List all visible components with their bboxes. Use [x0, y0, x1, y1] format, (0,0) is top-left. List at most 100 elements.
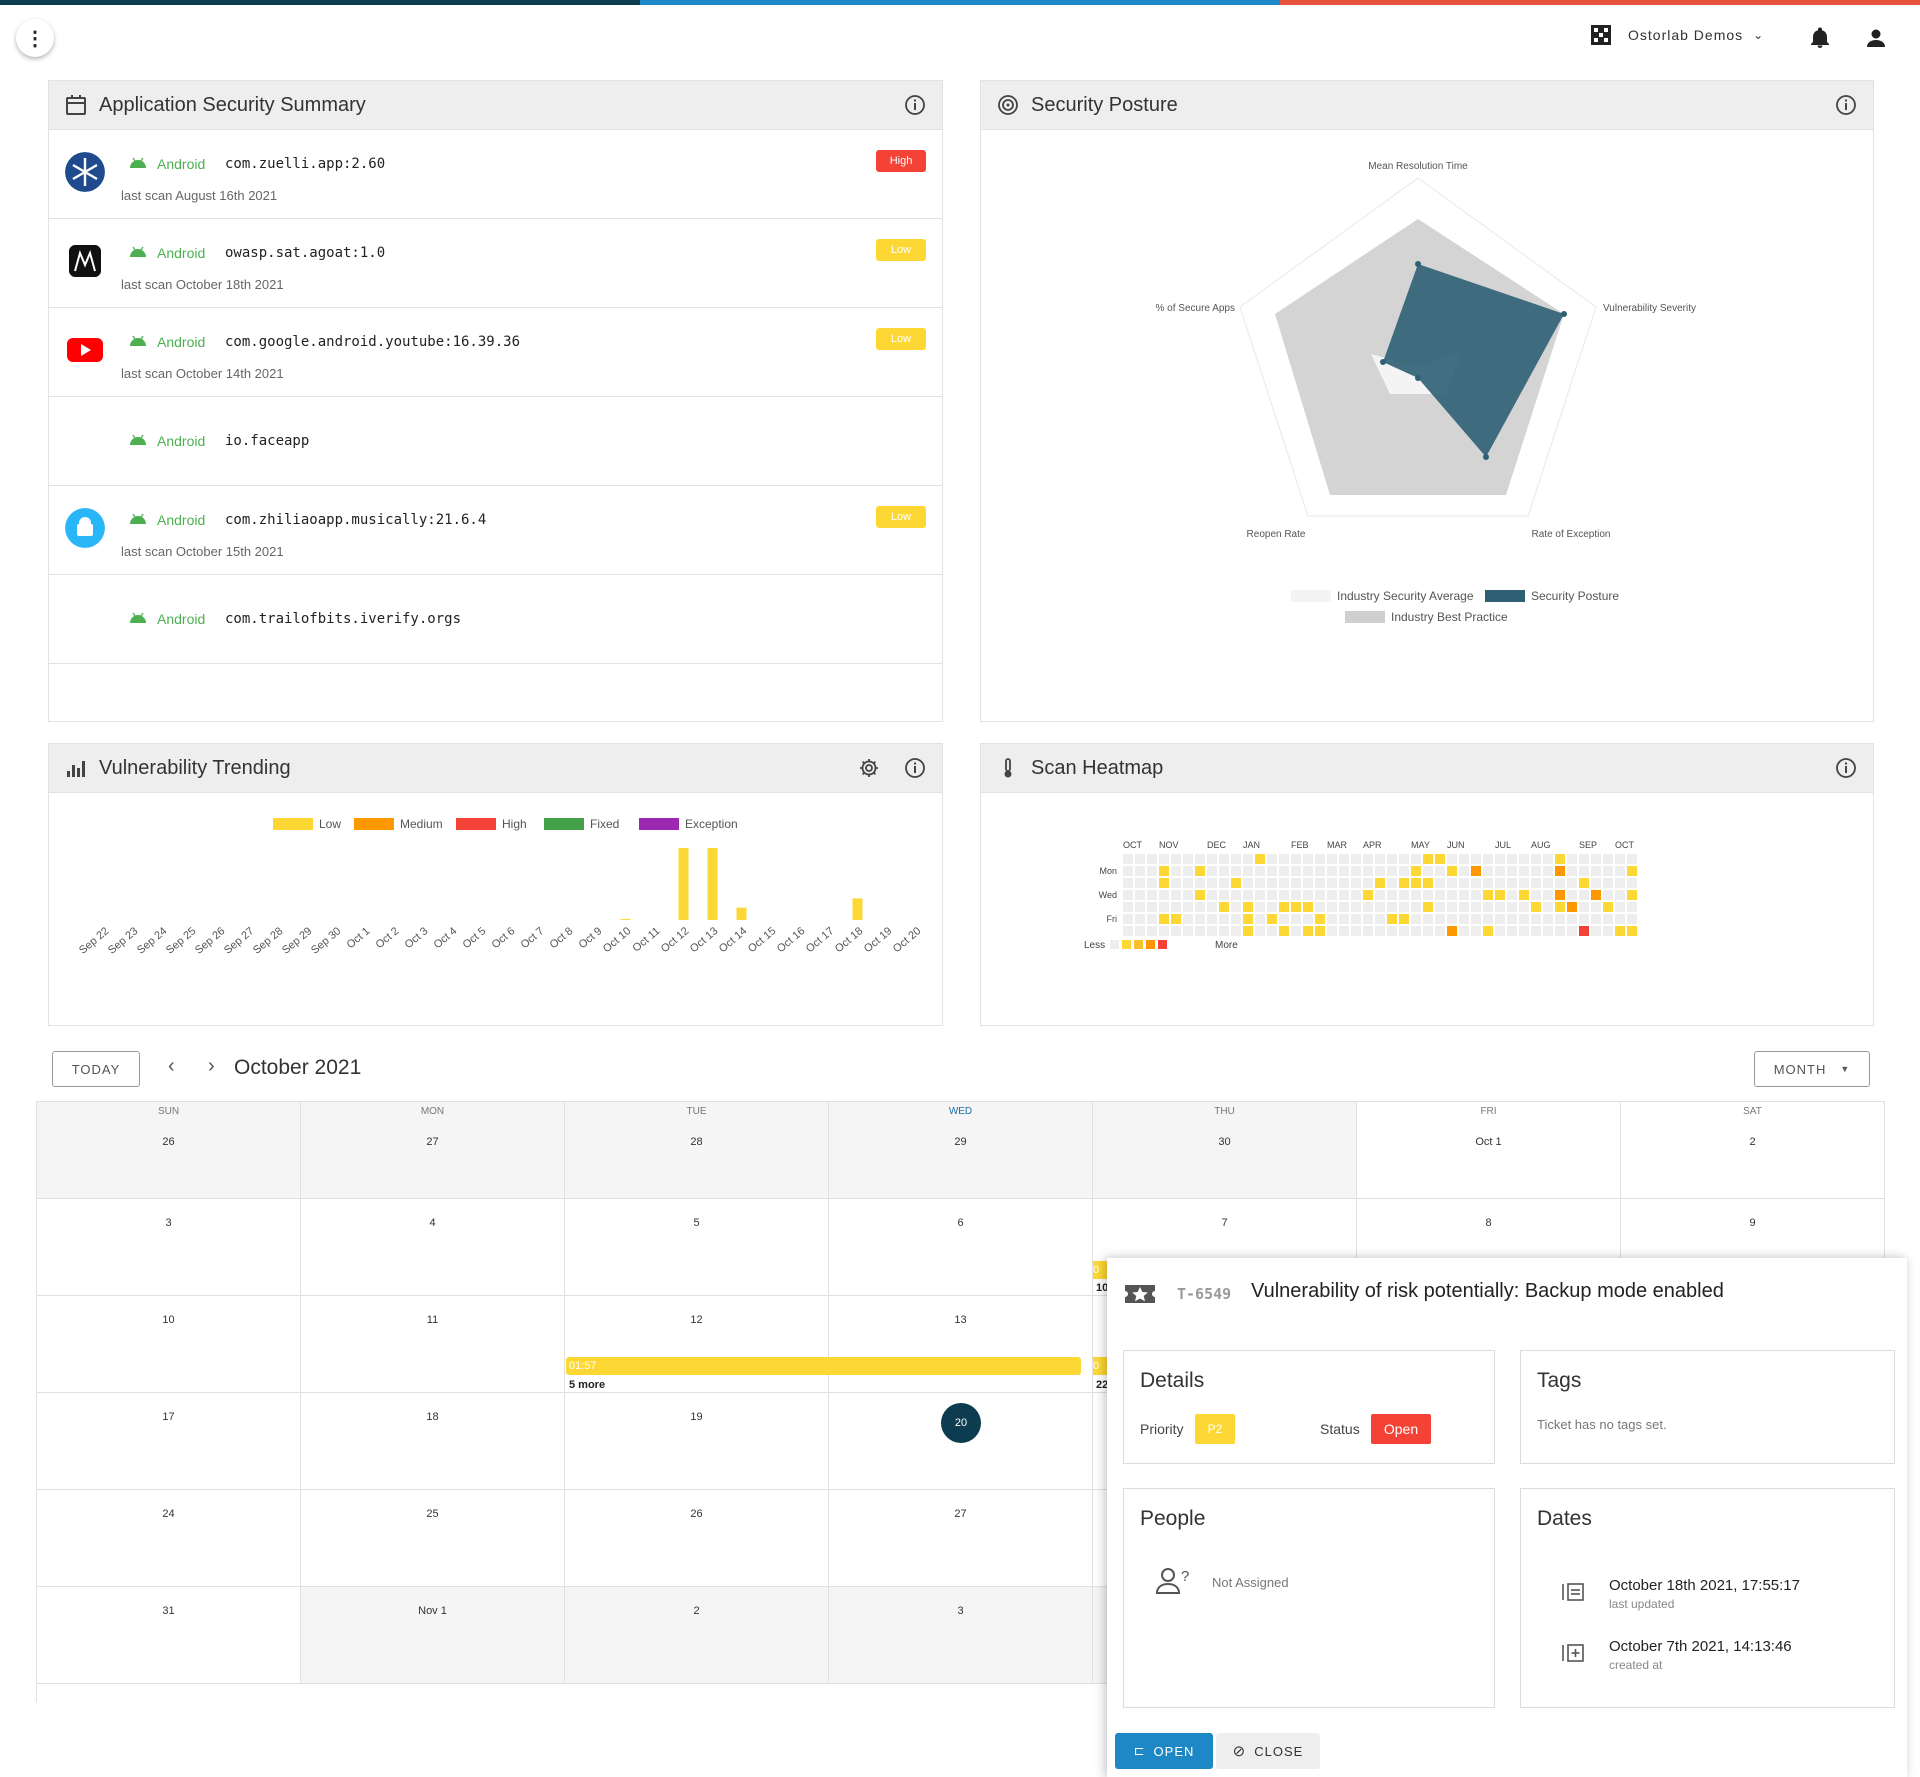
heatmap-cell[interactable] [1615, 890, 1625, 900]
heatmap-cell[interactable] [1351, 854, 1361, 864]
heatmap-cell[interactable] [1207, 866, 1217, 876]
heatmap-cell[interactable] [1303, 914, 1313, 924]
heatmap-cell[interactable] [1543, 854, 1553, 864]
heatmap-cell[interactable] [1579, 926, 1589, 936]
org-switcher[interactable]: Ostorlab Demos ⌄ [1590, 24, 1764, 46]
heatmap-cell[interactable] [1507, 902, 1517, 912]
heatmap-cell[interactable] [1531, 902, 1541, 912]
heatmap-cell[interactable] [1375, 866, 1385, 876]
heatmap-cell[interactable] [1351, 926, 1361, 936]
heatmap-cell[interactable] [1279, 890, 1289, 900]
heatmap-cell[interactable] [1147, 866, 1157, 876]
heatmap-cell[interactable] [1135, 914, 1145, 924]
heatmap-cell[interactable] [1147, 914, 1157, 924]
heatmap-cell[interactable] [1351, 866, 1361, 876]
heatmap-cell[interactable] [1567, 878, 1577, 888]
heatmap-cell[interactable] [1291, 926, 1301, 936]
heatmap-cell[interactable] [1507, 914, 1517, 924]
heatmap-cell[interactable] [1411, 902, 1421, 912]
heatmap-cell[interactable] [1471, 926, 1481, 936]
heatmap-cell[interactable] [1207, 914, 1217, 924]
heatmap-cell[interactable] [1159, 914, 1169, 924]
heatmap-cell[interactable] [1579, 890, 1589, 900]
heatmap-cell[interactable] [1459, 890, 1469, 900]
calendar-day-cell[interactable]: 25 [301, 1490, 565, 1587]
heatmap-cell[interactable] [1387, 854, 1397, 864]
heatmap-cell[interactable] [1315, 902, 1325, 912]
heatmap-cell[interactable] [1375, 914, 1385, 924]
heatmap-cell[interactable] [1615, 854, 1625, 864]
heatmap-cell[interactable] [1327, 914, 1337, 924]
heatmap-cell[interactable] [1627, 878, 1637, 888]
open-button[interactable]: ⊏ OPEN [1115, 1733, 1213, 1769]
heatmap-cell[interactable] [1531, 926, 1541, 936]
heatmap-cell[interactable] [1159, 854, 1169, 864]
heatmap-cell[interactable] [1399, 866, 1409, 876]
heatmap-cell[interactable] [1627, 914, 1637, 924]
heatmap-cell[interactable] [1231, 890, 1241, 900]
heatmap-cell[interactable] [1171, 866, 1181, 876]
heatmap-cell[interactable] [1279, 902, 1289, 912]
today-button[interactable]: TODAY [52, 1051, 140, 1087]
heatmap-cell[interactable] [1375, 926, 1385, 936]
info-icon[interactable] [904, 757, 926, 779]
calendar-day-cell[interactable]: 4 [301, 1199, 565, 1296]
heatmap-cell[interactable] [1435, 902, 1445, 912]
heatmap-cell[interactable] [1627, 890, 1637, 900]
heatmap-cell[interactable] [1591, 878, 1601, 888]
heatmap-cell[interactable] [1375, 902, 1385, 912]
more-vert-icon[interactable]: ⋮ [16, 19, 54, 57]
heatmap-cell[interactable] [1519, 866, 1529, 876]
heatmap-cell[interactable] [1411, 926, 1421, 936]
heatmap-cell[interactable] [1519, 878, 1529, 888]
heatmap-cell[interactable] [1471, 902, 1481, 912]
heatmap-cell[interactable] [1339, 914, 1349, 924]
heatmap-cell[interactable] [1315, 914, 1325, 924]
heatmap-cell[interactable] [1363, 866, 1373, 876]
heatmap-cell[interactable] [1219, 902, 1229, 912]
heatmap-cell[interactable] [1447, 926, 1457, 936]
heatmap-cell[interactable] [1459, 914, 1469, 924]
heatmap-cell[interactable] [1327, 854, 1337, 864]
heatmap-cell[interactable] [1291, 854, 1301, 864]
info-icon[interactable] [904, 94, 926, 116]
heatmap-cell[interactable] [1471, 866, 1481, 876]
heatmap-cell[interactable] [1375, 890, 1385, 900]
heatmap-cell[interactable] [1135, 902, 1145, 912]
heatmap-cell[interactable] [1363, 926, 1373, 936]
bar-low[interactable] [678, 848, 689, 920]
heatmap-cell[interactable] [1267, 854, 1277, 864]
heatmap-cell[interactable] [1567, 890, 1577, 900]
app-row[interactable]: Android owasp.sat.agoat:1.0 last scan Octo… [49, 219, 942, 308]
heatmap-cell[interactable] [1243, 926, 1253, 936]
heatmap-cell[interactable] [1219, 926, 1229, 936]
heatmap-cell[interactable] [1519, 914, 1529, 924]
heatmap-cell[interactable] [1555, 866, 1565, 876]
heatmap-cell[interactable] [1171, 902, 1181, 912]
heatmap-cell[interactable] [1591, 890, 1601, 900]
bar-low[interactable] [620, 918, 631, 920]
heatmap-cell[interactable] [1255, 854, 1265, 864]
heatmap-cell[interactable] [1303, 854, 1313, 864]
heatmap-cell[interactable] [1495, 926, 1505, 936]
heatmap-cell[interactable] [1267, 926, 1277, 936]
heatmap-cell[interactable] [1123, 926, 1133, 936]
heatmap-cell[interactable] [1567, 902, 1577, 912]
heatmap-cell[interactable] [1507, 926, 1517, 936]
calendar-day-cell[interactable]: WED 29 [829, 1102, 1093, 1199]
heatmap-cell[interactable] [1591, 926, 1601, 936]
heatmap-cell[interactable] [1135, 854, 1145, 864]
heatmap-cell[interactable] [1255, 926, 1265, 936]
heatmap-cell[interactable] [1243, 902, 1253, 912]
heatmap-cell[interactable] [1183, 890, 1193, 900]
heatmap-cell[interactable] [1171, 878, 1181, 888]
heatmap-cell[interactable] [1183, 854, 1193, 864]
heatmap-cell[interactable] [1423, 866, 1433, 876]
heatmap-cell[interactable] [1387, 878, 1397, 888]
heatmap-cell[interactable] [1603, 866, 1613, 876]
bar-low[interactable] [707, 848, 718, 920]
heatmap-cell[interactable] [1411, 914, 1421, 924]
heatmap-cell[interactable] [1591, 866, 1601, 876]
heatmap-cell[interactable] [1507, 854, 1517, 864]
heatmap-cell[interactable] [1567, 866, 1577, 876]
